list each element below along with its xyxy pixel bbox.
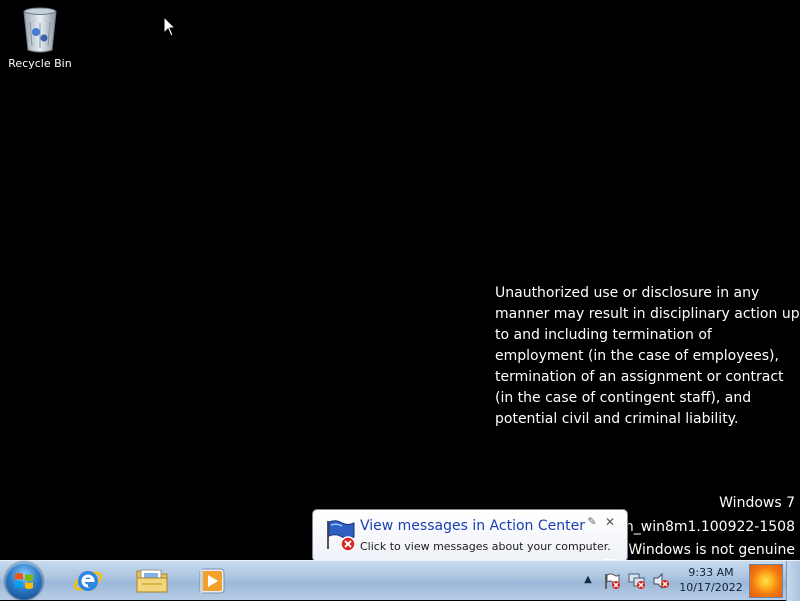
recycle-bin-label: Recycle Bin [8,57,72,70]
volume-muted-icon[interactable] [652,572,670,590]
taskbar-media-player-button[interactable] [188,563,236,599]
notification-options-icon[interactable]: ✎ [586,516,598,528]
notification-title[interactable]: View messages in Action Center [360,518,585,534]
action-center-flag-icon [327,520,356,552]
notification-close-button[interactable]: ✕ [603,515,617,529]
internet-explorer-icon [73,571,103,591]
media-player-icon [199,568,225,594]
action-center-tray-icon[interactable] [603,572,621,590]
clock-date: 10/17/2022 [679,581,743,594]
folder-icon [136,569,168,593]
taskbar: ▲ 9:33 AM 10/17/2022 [0,560,800,601]
watermark-genuine-warning: Windows is not genuine [628,542,795,558]
notification-body[interactable]: Click to view messages about your comput… [360,540,611,553]
taskbar-windows-explorer-button[interactable] [127,563,175,599]
windows-logo-icon [15,573,33,589]
taskbar-internet-explorer-button[interactable] [64,563,112,599]
taskbar-thumbnail-flower-icon[interactable] [749,564,783,598]
watermark-os-version: Windows 7 [719,495,795,511]
network-icon[interactable] [628,572,646,590]
watermark-build-string: ain_win8m1.100922-1508 [612,519,795,535]
start-button[interactable] [5,562,43,600]
show-desktop-button[interactable] [786,561,800,601]
action-center-notification[interactable]: View messages in Action Center Click to … [312,509,628,571]
recycle-bin-icon [20,6,60,54]
mouse-cursor-icon [163,16,177,37]
show-hidden-icons-button[interactable]: ▲ [582,574,594,586]
desktop[interactable]: Recycle Bin Unauthorized use or disclosu… [0,0,800,560]
system-clock[interactable]: 9:33 AM 10/17/2022 [678,565,744,595]
clock-time: 9:33 AM [688,566,734,579]
recycle-bin-shortcut[interactable]: Recycle Bin [4,6,76,76]
legal-notice-text: Unauthorized use or disclosure in any ma… [495,285,800,427]
